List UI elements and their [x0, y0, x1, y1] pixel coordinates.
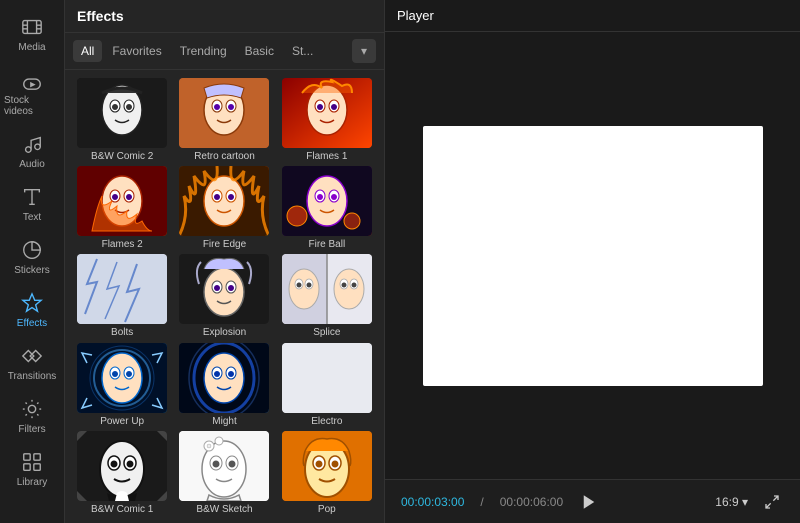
time-current: 00:00:03:00 — [401, 495, 464, 509]
effects-icon — [21, 292, 43, 314]
sidebar-item-effects[interactable]: Effects — [0, 284, 64, 337]
effect-splice-label: Splice — [313, 327, 340, 338]
effect-bw-comic2-label: B&W Comic 2 — [91, 151, 153, 162]
effect-fire-edge[interactable]: Fire Edge — [175, 166, 273, 250]
effect-bw-sketch-label: B&W Sketch — [196, 504, 252, 515]
tab-styles[interactable]: St... — [284, 40, 321, 62]
effect-bw-comic1[interactable]: B&W Comic 1 — [73, 431, 171, 515]
sidebar-item-stickers[interactable]: Stickers — [0, 231, 64, 284]
sidebar-item-audio[interactable]: Audio — [0, 125, 64, 178]
effect-flames2[interactable]: Flames 2 — [73, 166, 171, 250]
player-header: Player — [385, 0, 800, 32]
sidebar-item-text-label: Text — [23, 212, 41, 223]
sidebar-item-effects-label: Effects — [17, 318, 47, 329]
effect-thumb-bw-comic2 — [77, 78, 167, 148]
effect-flames1[interactable]: Flames 1 — [278, 78, 376, 162]
player-viewport — [385, 32, 800, 479]
effect-thumb-electro — [282, 343, 372, 413]
sidebar-item-stock-videos[interactable]: Stock videos — [0, 61, 64, 125]
sidebar-item-media-label: Media — [18, 42, 45, 53]
effect-thumb-retro — [179, 78, 269, 148]
effect-bw-comic1-label: B&W Comic 1 — [91, 504, 153, 515]
aspect-ratio-label: 16:9 ▾ — [715, 495, 748, 509]
sidebar-item-stickers-label: Stickers — [14, 265, 50, 276]
effect-thumb-might — [179, 343, 269, 413]
filter-icon — [21, 398, 43, 420]
effect-pop[interactable]: Pop — [278, 431, 376, 515]
fullscreen-icon — [764, 494, 780, 510]
tab-all[interactable]: All — [73, 40, 102, 62]
player-canvas — [423, 126, 763, 386]
transitions-icon — [21, 345, 43, 367]
effect-flames1-label: Flames 1 — [306, 151, 347, 162]
player-area: Player 00:00:03:00 / 00:00:06:00 16:9 ▾ — [385, 0, 800, 523]
effect-fire-edge-label: Fire Edge — [203, 239, 246, 250]
sidebar-item-library[interactable]: Library — [0, 443, 64, 496]
effect-explosion-label: Explosion — [203, 327, 246, 338]
effect-fire-ball-label: Fire Ball — [308, 239, 345, 250]
effect-power-up[interactable]: Power Up — [73, 343, 171, 427]
sidebar-item-stock-videos-label: Stock videos — [4, 95, 60, 117]
effect-thumb-bw-comic1 — [77, 431, 167, 501]
sidebar-item-filters[interactable]: Filters — [0, 390, 64, 443]
film-icon — [21, 16, 43, 38]
panel-title: Effects — [65, 0, 384, 33]
sidebar-item-library-label: Library — [17, 477, 48, 488]
effect-thumb-powerup — [77, 343, 167, 413]
sticker-icon — [21, 239, 43, 261]
sidebar-item-media[interactable]: Media — [0, 8, 64, 61]
effect-explosion[interactable]: Explosion — [175, 254, 273, 338]
effect-bw-comic2[interactable]: B&W Comic 2 — [73, 78, 171, 162]
filter-tabs: All Favorites Trending Basic St... ▾ — [65, 33, 384, 70]
effect-thumb-bolts — [77, 254, 167, 324]
effect-retro-cartoon[interactable]: Retro cartoon — [175, 78, 273, 162]
more-tabs-button[interactable]: ▾ — [352, 39, 376, 63]
effect-thumb-fireball — [282, 166, 372, 236]
effect-splice[interactable]: Splice — [278, 254, 376, 338]
sidebar-item-transitions-label: Transitions — [8, 371, 57, 382]
tab-favorites[interactable]: Favorites — [104, 40, 169, 62]
fullscreen-button[interactable] — [760, 490, 784, 514]
tab-basic[interactable]: Basic — [237, 40, 282, 62]
effect-bw-sketch[interactable]: B&W Sketch — [175, 431, 273, 515]
effect-power-up-label: Power Up — [100, 416, 144, 427]
sidebar-item-transitions[interactable]: Transitions — [0, 337, 64, 390]
effect-fire-ball[interactable]: Fire Ball — [278, 166, 376, 250]
music-icon — [21, 133, 43, 155]
tab-trending[interactable]: Trending — [172, 40, 235, 62]
effect-thumb-bw-sketch — [179, 431, 269, 501]
text-icon — [21, 186, 43, 208]
effect-thumb-explosion — [179, 254, 269, 324]
library-icon — [21, 451, 43, 473]
sidebar-item-audio-label: Audio — [19, 159, 45, 170]
effects-panel: Effects All Favorites Trending Basic St.… — [65, 0, 385, 523]
effect-thumb-fire-edge — [179, 166, 269, 236]
effect-might-label: Might — [212, 416, 236, 427]
effect-thumb-splice — [282, 254, 372, 324]
effect-flames2-label: Flames 2 — [102, 239, 143, 250]
effect-electro[interactable]: Electro — [278, 343, 376, 427]
cloud-video-icon — [21, 69, 43, 91]
effect-electro-label: Electro — [311, 416, 342, 427]
effect-might[interactable]: Might — [175, 343, 273, 427]
effect-thumb-flames1 — [282, 78, 372, 148]
player-controls: 00:00:03:00 / 00:00:06:00 16:9 ▾ — [385, 479, 800, 523]
effect-bolts-label: Bolts — [111, 327, 133, 338]
effects-grid: B&W Comic 2 Retro cartoon — [65, 70, 384, 523]
play-icon — [580, 493, 598, 511]
time-separator: / — [480, 495, 483, 509]
sidebar-item-filters-label: Filters — [18, 424, 45, 435]
player-title: Player — [397, 8, 434, 23]
time-total: 00:00:06:00 — [500, 495, 563, 509]
effect-thumb-pop — [282, 431, 372, 501]
aspect-ratio-selector[interactable]: 16:9 ▾ — [715, 495, 748, 509]
play-button[interactable] — [575, 488, 603, 516]
effect-retro-cartoon-label: Retro cartoon — [194, 151, 255, 162]
sidebar: Media Stock videos Audio Text Stickers — [0, 0, 65, 523]
effect-thumb-flames2 — [77, 166, 167, 236]
effect-bolts[interactable]: Bolts — [73, 254, 171, 338]
sidebar-item-text[interactable]: Text — [0, 178, 64, 231]
effect-pop-label: Pop — [318, 504, 336, 515]
